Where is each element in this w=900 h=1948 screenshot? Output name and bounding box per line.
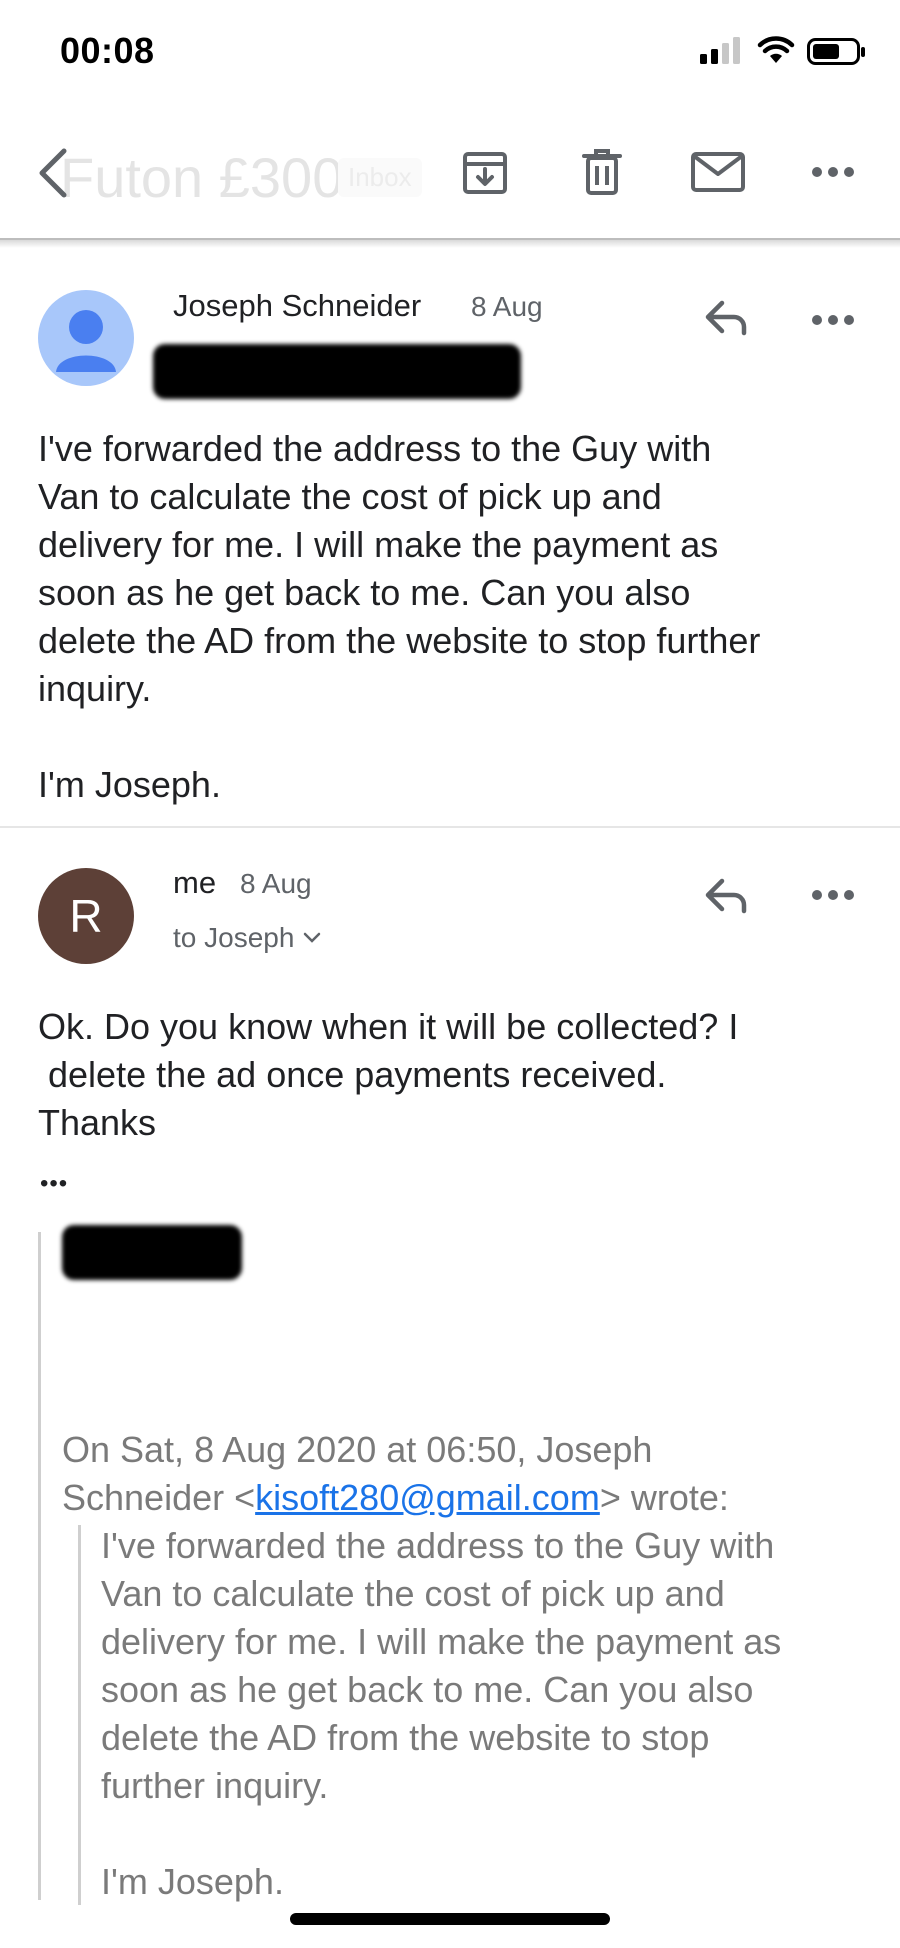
- avatar-joseph[interactable]: [38, 290, 134, 386]
- email-subject: Futon £300: [60, 146, 344, 209]
- message-more-icon[interactable]: [808, 885, 858, 905]
- toolbar-divider: [0, 238, 900, 240]
- recipient-details-toggle[interactable]: to Joseph: [173, 922, 322, 954]
- message-divider: [0, 826, 900, 828]
- message-date: 8 Aug: [240, 868, 312, 899]
- chevron-down-icon: [304, 932, 321, 943]
- inbox-label[interactable]: Inbox: [338, 158, 422, 197]
- person-icon: [56, 310, 116, 372]
- avatar-letter: R: [69, 890, 103, 942]
- message-body: Ok. Do you know when it will be collecte…: [38, 1006, 739, 1143]
- message-more-icon[interactable]: [808, 310, 858, 330]
- quote-bar-outer: [38, 1232, 41, 1900]
- recipient-label: to Joseph: [173, 922, 295, 953]
- more-icon[interactable]: [808, 162, 858, 182]
- quote-header: On Sat, 8 Aug 2020 at 06:50, Joseph Schn…: [62, 1426, 882, 1522]
- quoted-message-body: I've forwarded the address to the Guy wi…: [101, 1525, 782, 1902]
- avatar-me[interactable]: R: [38, 868, 134, 964]
- reply-icon[interactable]: [700, 873, 752, 917]
- archive-icon[interactable]: [460, 148, 510, 198]
- delete-icon[interactable]: [578, 146, 626, 198]
- battery-icon: [807, 38, 867, 71]
- sender-name: Joseph Schneider: [173, 288, 422, 323]
- message-date: 8 Aug: [471, 291, 543, 322]
- sender-email-link[interactable]: kisoft280@gmail.com: [255, 1477, 600, 1518]
- redaction-signature: [62, 1225, 242, 1280]
- quote-bar-inner: [78, 1525, 81, 1905]
- back-icon[interactable]: [30, 145, 76, 201]
- sender-name: me: [173, 865, 217, 900]
- quote-header-suffix: > wrote:: [599, 1477, 729, 1518]
- home-indicator: [290, 1913, 610, 1925]
- redaction-recipient: [153, 344, 521, 399]
- reply-icon[interactable]: [700, 295, 752, 339]
- show-trimmed-content-button[interactable]: •••: [40, 1170, 68, 1198]
- message-body: I've forwarded the address to the Guy wi…: [38, 428, 761, 805]
- mark-unread-icon[interactable]: [690, 150, 746, 194]
- status-time: 00:08: [60, 30, 155, 71]
- cellular-signal-icon: [700, 36, 744, 69]
- wifi-icon: [757, 36, 795, 69]
